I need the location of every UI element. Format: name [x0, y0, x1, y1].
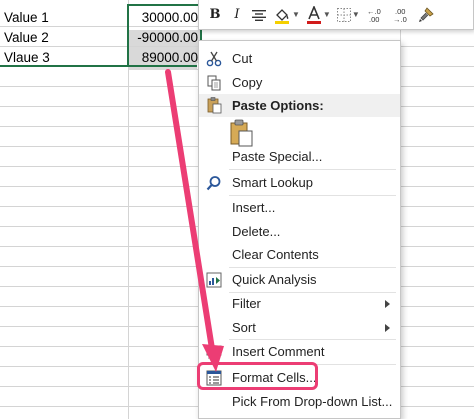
menu-item-copy[interactable]: Copy: [199, 71, 400, 94]
chevron-down-icon: ▼: [322, 10, 331, 19]
annotation-highlight-box: [197, 362, 318, 390]
menu-item-label: Paste Options:: [232, 98, 324, 113]
bold-button[interactable]: B: [205, 3, 225, 27]
borders-icon: [336, 7, 351, 22]
menu-item-quick-analysis[interactable]: Quick Analysis: [199, 268, 400, 291]
excel-screenshot: Value 1 30000.00 Value 2 -90000.00 Vlaue…: [0, 0, 474, 419]
submenu-arrow-icon: [385, 299, 390, 308]
menu-item-filter[interactable]: Filter: [199, 292, 400, 315]
paste-option-button[interactable]: [228, 119, 256, 147]
search-icon: [204, 173, 224, 193]
clipboard-icon: [204, 96, 224, 116]
menu-item-label: Quick Analysis: [232, 272, 317, 287]
menu-item-clear-contents[interactable]: Clear Contents: [199, 243, 400, 266]
chevron-down-icon: ▼: [292, 10, 300, 19]
menu-item-pick-from-list[interactable]: Pick From Drop-down List...: [199, 390, 400, 413]
chevron-down-icon: ▼: [351, 10, 360, 19]
menu-item-label: Filter: [232, 296, 261, 311]
increase-decimal-icon: .00 →.0: [393, 7, 407, 24]
copy-icon: [204, 73, 224, 93]
menu-item-label: Copy: [232, 75, 263, 90]
font-color-button[interactable]: ▼: [304, 3, 333, 27]
menu-item-cut[interactable]: Cut: [199, 47, 400, 70]
paint-bucket-icon: [275, 8, 289, 24]
menu-item-delete[interactable]: Delete...: [199, 220, 400, 243]
menu-item-label: Sort: [232, 320, 256, 335]
font-color-bar: [306, 20, 321, 24]
menu-item-insert[interactable]: Insert...: [199, 196, 400, 219]
quick-analysis-icon: [204, 270, 224, 290]
menu-item-smart-lookup[interactable]: Smart Lookup: [199, 171, 400, 194]
selection-border: [127, 4, 202, 67]
comment-icon: [204, 342, 224, 362]
font-color-icon: [306, 5, 321, 24]
highlight-color-bar: [275, 20, 289, 24]
menu-item-label: Insert...: [232, 200, 276, 215]
mini-toolbar: B I ▼ ▼ ▼ ←.0 .00 .00 →.0: [198, 0, 474, 30]
borders-button[interactable]: ▼: [335, 3, 362, 27]
menu-item-label: Clear Contents: [232, 247, 319, 262]
increase-decimal-button[interactable]: .00 →.0: [390, 3, 414, 27]
menu-item-label: Smart Lookup: [232, 175, 313, 190]
menu-item-sort[interactable]: Sort: [199, 316, 400, 339]
menu-divider: [229, 169, 396, 170]
menu-item-label: Pick From Drop-down List...: [232, 394, 393, 409]
paste-clipboard-icon: [230, 119, 253, 147]
format-painter-button[interactable]: [416, 3, 436, 27]
menu-item-label: Delete...: [232, 224, 281, 239]
menu-item-paste-special[interactable]: Paste Special...: [199, 145, 400, 168]
paste-options-header: Paste Options:: [199, 94, 400, 117]
scissors-icon: [204, 49, 224, 69]
decrease-decimal-icon: ←.0 .00: [367, 7, 381, 24]
svg-text:→.0: →.0: [393, 15, 407, 24]
menu-item-insert-comment[interactable]: Insert Comment: [199, 340, 400, 363]
decrease-decimal-button[interactable]: ←.0 .00: [364, 3, 388, 27]
align-center-button[interactable]: [249, 3, 269, 27]
italic-button[interactable]: I: [227, 3, 247, 27]
menu-item-label: Insert Comment: [232, 344, 325, 359]
fill-color-button[interactable]: ▼: [271, 3, 302, 27]
format-painter-icon: [418, 6, 434, 22]
svg-text:.00: .00: [369, 15, 379, 24]
submenu-arrow-icon: [385, 323, 390, 332]
menu-item-label: Paste Special...: [232, 149, 323, 164]
menu-item-label: Cut: [232, 51, 253, 66]
selection-underline: [0, 4, 129, 67]
align-center-icon: [252, 9, 266, 21]
